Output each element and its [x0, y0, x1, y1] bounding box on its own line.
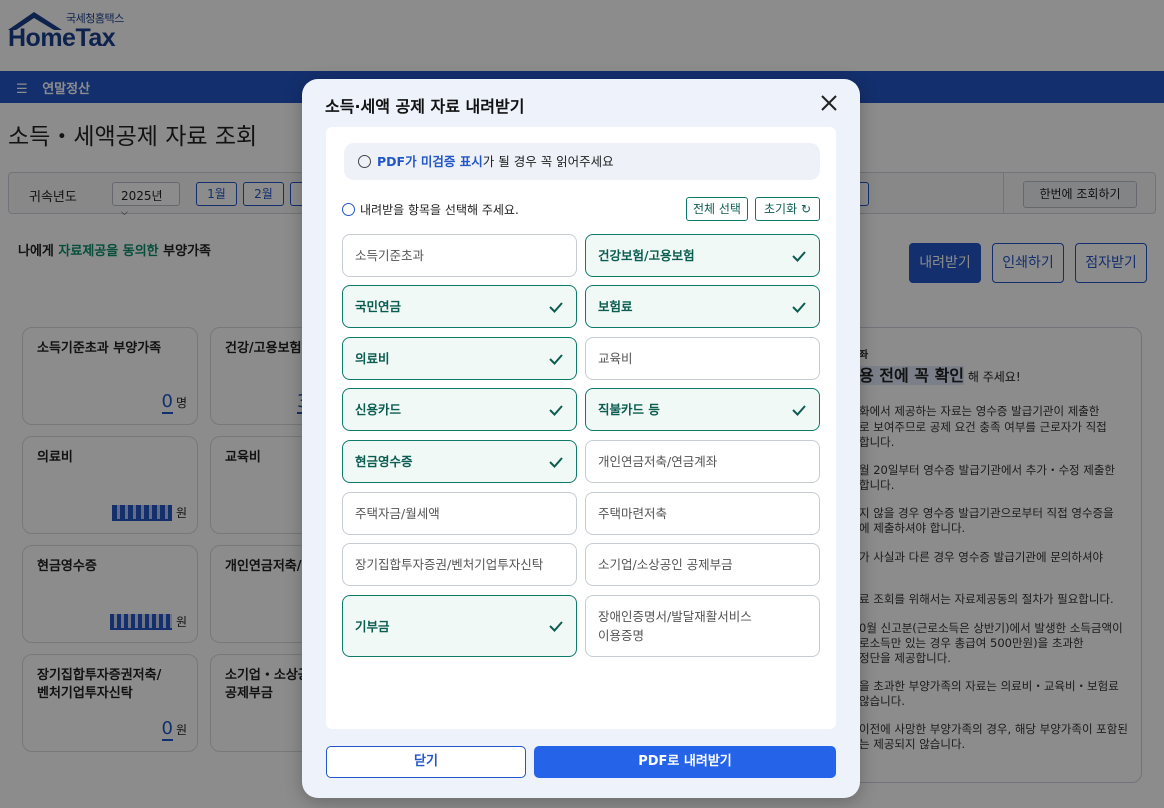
instruction: 내려받을 항목을 선택해 주세요.	[342, 201, 519, 218]
select-all-button[interactable]: 전체 선택	[686, 197, 748, 221]
reset-label: 초기화	[763, 202, 798, 216]
option-label: 국민연금	[355, 299, 402, 314]
download-option[interactable]: 개인연금저축/연금계좌	[585, 440, 820, 483]
download-option[interactable]: 현금영수증	[342, 440, 577, 483]
download-option[interactable]: 건강보험/고용보험	[585, 234, 820, 277]
refresh-icon: ↻	[800, 202, 811, 216]
option-label: 주택자금/월세액	[355, 506, 440, 521]
option-label: 보험료	[598, 299, 633, 314]
close-icon[interactable]	[817, 91, 841, 115]
checkmark-icon	[548, 618, 564, 634]
download-option[interactable]: 주택마련저축	[585, 492, 820, 535]
option-label: 직불카드 등	[598, 402, 660, 417]
option-label: 신용카드	[355, 402, 402, 417]
download-option[interactable]: 교육비	[585, 337, 820, 380]
download-option[interactable]: 기부금	[342, 595, 577, 657]
modal-body: PDF가 미검증 표시가 될 경우 꼭 읽어주세요 내려받을 항목을 선택해 주…	[326, 127, 836, 729]
option-label: 주택마련저축	[598, 506, 668, 521]
option-label: 건강보험/고용보험	[598, 248, 695, 263]
option-label: 장애인증명서/발달재활서비스 이용증명	[598, 609, 752, 643]
modal-title: 소득·세액 공제 자료 내려받기	[325, 97, 525, 116]
instruction-text: 내려받을 항목을 선택해 주세요.	[360, 203, 519, 217]
notice-suffix: 가 될 경우 꼭 읽어주세요	[482, 154, 614, 169]
check-circle-icon	[342, 203, 355, 216]
option-label: 기부금	[355, 618, 390, 634]
download-option[interactable]: 의료비	[342, 337, 577, 380]
checkmark-icon	[791, 299, 807, 315]
close-button[interactable]: 닫기	[326, 746, 526, 778]
pdf-notice[interactable]: PDF가 미검증 표시가 될 경우 꼭 읽어주세요	[344, 143, 820, 180]
download-option[interactable]: 장애인증명서/발달재활서비스 이용증명	[585, 595, 820, 657]
notice-highlight: PDF가 미검증 표시	[377, 154, 483, 169]
checkmark-icon	[791, 248, 807, 264]
chevron-circle-icon	[358, 155, 371, 168]
download-option[interactable]: 보험료	[585, 285, 820, 328]
option-label: 교육비	[598, 351, 633, 366]
download-option[interactable]: 국민연금	[342, 285, 577, 328]
download-option[interactable]: 장기집합투자증권/벤처기업투자신탁	[342, 543, 577, 586]
download-option[interactable]: 소기업/소상공인 공제부금	[585, 543, 820, 586]
checkmark-icon	[548, 454, 564, 470]
option-label: 현금영수증	[355, 454, 413, 469]
pdf-download-button[interactable]: PDF로 내려받기	[534, 746, 836, 778]
download-option[interactable]: 신용카드	[342, 388, 577, 431]
option-label: 의료비	[355, 351, 390, 366]
option-label: 소기업/소상공인 공제부금	[598, 557, 733, 572]
download-option[interactable]: 직불카드 등	[585, 388, 820, 431]
option-label: 장기집합투자증권/벤처기업투자신탁	[355, 557, 544, 572]
checkmark-icon	[548, 299, 564, 315]
checkmark-icon	[548, 351, 564, 367]
option-label: 개인연금저축/연금계좌	[598, 454, 718, 469]
download-option[interactable]: 주택자금/월세액	[342, 492, 577, 535]
option-label: 소득기준초과	[355, 248, 425, 263]
reset-button[interactable]: 초기화 ↻	[755, 197, 820, 221]
download-modal: 소득·세액 공제 자료 내려받기 PDF가 미검증 표시가 될 경우 꼭 읽어주…	[302, 79, 860, 798]
checkmark-icon	[548, 402, 564, 418]
download-option[interactable]: 소득기준초과	[342, 234, 577, 277]
checkmark-icon	[791, 402, 807, 418]
